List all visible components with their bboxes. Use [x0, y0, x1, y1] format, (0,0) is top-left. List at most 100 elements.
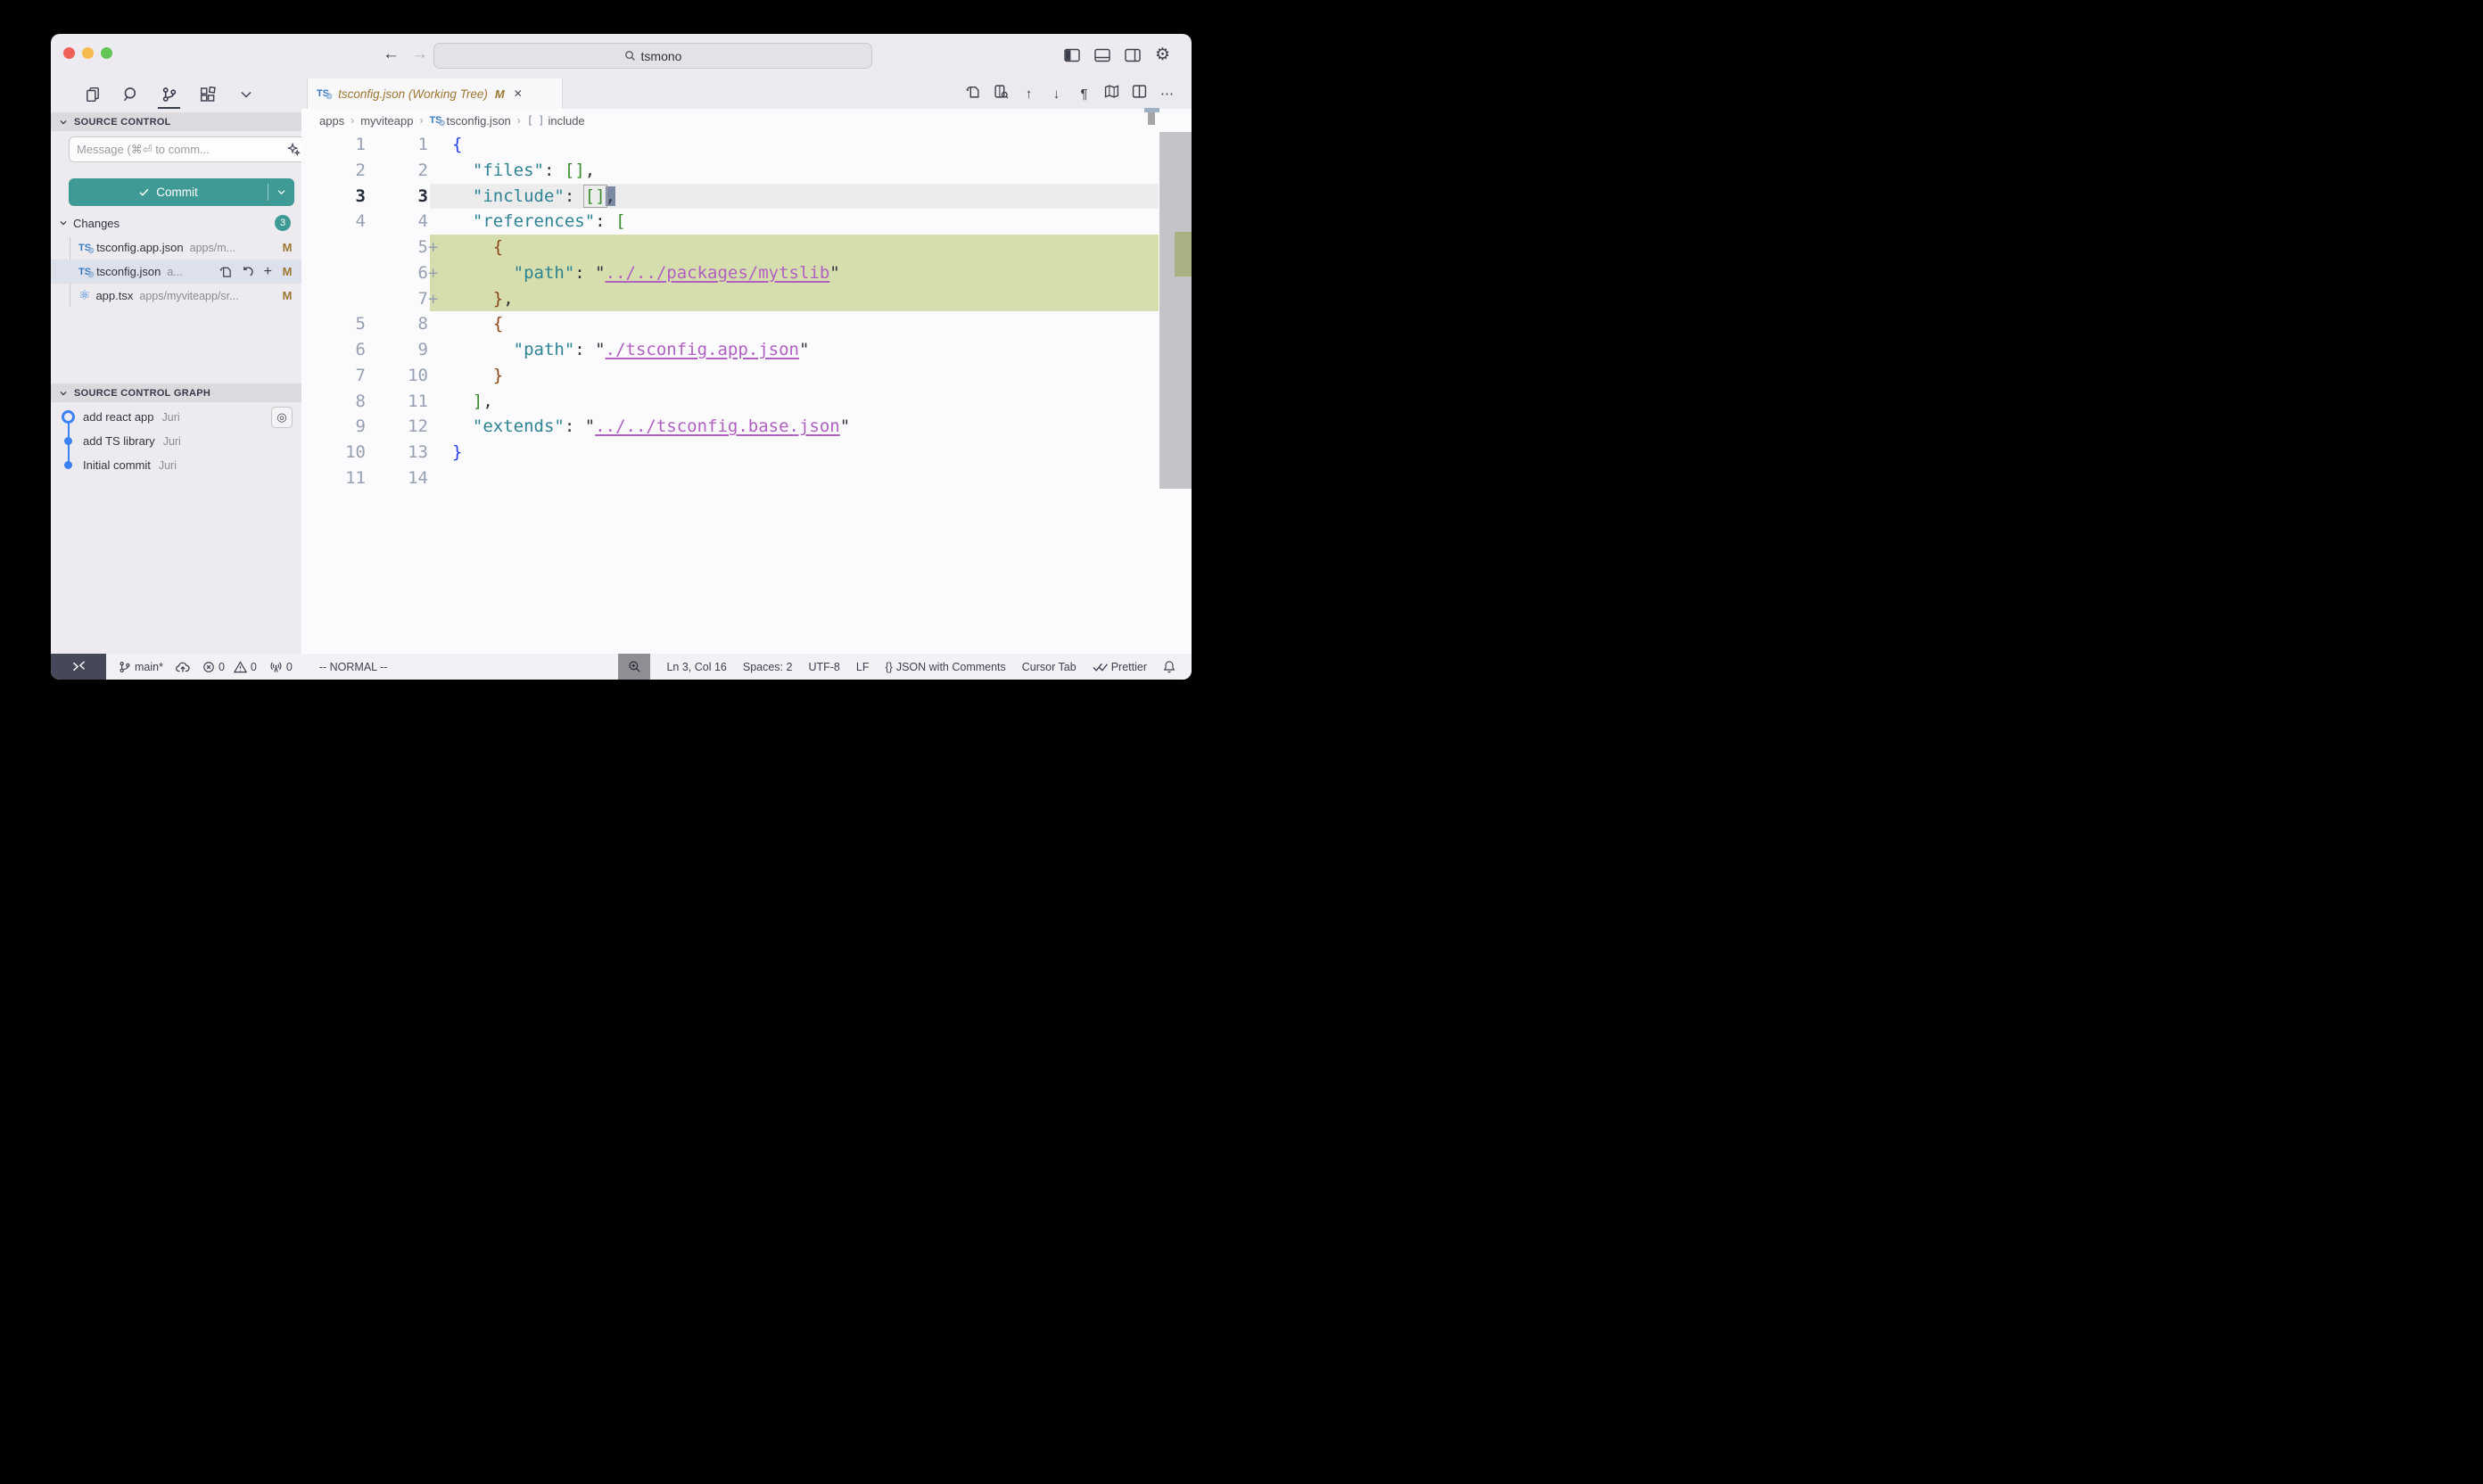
close-tab-icon[interactable]: ✕ — [514, 87, 523, 100]
code-line[interactable]: 5+ { — [301, 235, 1192, 260]
code-line[interactable]: 1013} — [301, 440, 1192, 466]
change-row[interactable]: TS⚙tsconfig.app.jsonapps/m...M — [51, 235, 301, 260]
eol-item[interactable]: LF — [856, 661, 870, 673]
explorer-icon[interactable] — [83, 82, 102, 107]
code-content[interactable]: { — [430, 132, 1159, 158]
scrollbar[interactable] — [1159, 132, 1192, 654]
code-line[interactable]: 912 "extends": "../../tsconfig.base.json… — [301, 414, 1192, 440]
back-button[interactable]: ← — [383, 42, 400, 67]
toggle-primary-sidebar-icon[interactable] — [1064, 48, 1080, 62]
stage-changes-icon[interactable]: + — [264, 266, 272, 278]
code-line[interactable]: 7+ }, — [301, 286, 1192, 312]
code-content[interactable]: "extends": "../../tsconfig.base.json" — [430, 414, 1159, 440]
code-content[interactable]: } — [430, 440, 1159, 466]
code-content[interactable]: "references": [ — [430, 209, 1159, 235]
code-line[interactable]: 58 { — [301, 311, 1192, 337]
commit-dropdown-button[interactable] — [268, 184, 294, 201]
publish-status-item[interactable] — [176, 661, 190, 673]
settings-gear-icon[interactable]: ⚙ — [1155, 46, 1170, 64]
code-content[interactable]: } — [430, 363, 1159, 389]
commit-row[interactable]: add TS libraryJuri — [51, 429, 301, 453]
code-line[interactable]: 11{ — [301, 132, 1192, 158]
code-token: } — [452, 442, 462, 462]
code-content[interactable]: "path": "../../packages/mytslib" — [430, 260, 1159, 286]
source-control-view-icon[interactable] — [160, 82, 178, 107]
code-line[interactable]: 6+ "path": "../../packages/mytslib" — [301, 260, 1192, 286]
errors-status-item[interactable]: 0 0 — [202, 661, 257, 673]
source-control-section-header[interactable]: SOURCE CONTROL — [51, 112, 301, 131]
forward-button[interactable]: → — [411, 42, 428, 67]
formatter-item[interactable]: Prettier — [1093, 661, 1147, 673]
remote-indicator-button[interactable] — [51, 654, 106, 680]
compare-search-icon[interactable] — [993, 84, 1010, 103]
code-line[interactable]: 1114 — [301, 466, 1192, 491]
ports-status-item[interactable]: 0 — [269, 661, 293, 673]
code-content[interactable]: { — [430, 311, 1159, 337]
breadcrumb-item[interactable]: apps — [319, 114, 344, 128]
open-changes-icon[interactable] — [965, 84, 982, 103]
checkout-target-icon[interactable]: ◎ — [271, 407, 293, 428]
code-line[interactable]: 710 } — [301, 363, 1192, 389]
code-content[interactable] — [430, 466, 1159, 491]
code-content[interactable]: { — [430, 235, 1159, 260]
toggle-panel-icon[interactable] — [1094, 48, 1110, 62]
more-actions-icon[interactable]: ⋯ — [1159, 86, 1176, 103]
notifications-item[interactable] — [1163, 660, 1176, 673]
zoom-indicator-button[interactable] — [618, 654, 650, 680]
language-mode-item[interactable]: {} JSON with Comments — [885, 661, 1005, 673]
maximize-window-button[interactable] — [101, 47, 112, 59]
toggle-secondary-sidebar-icon[interactable] — [1125, 48, 1141, 62]
breadcrumb-item[interactable]: myviteapp — [360, 114, 413, 128]
breadcrumb-item[interactable]: [ ]include — [527, 114, 585, 128]
modified-line-number: 7+ — [376, 286, 428, 312]
next-change-icon[interactable]: ↓ — [1048, 86, 1065, 103]
change-row[interactable]: ⚛app.tsxapps/myviteapp/sr...M — [51, 284, 301, 308]
branch-status-item[interactable]: main* — [119, 661, 163, 673]
scrollbar-slider[interactable] — [1159, 132, 1192, 489]
breadcrumb-item[interactable]: TS⚙tsconfig.json — [429, 114, 510, 128]
code-token: ../../tsconfig.base.json — [595, 416, 840, 436]
code-content[interactable]: "path": "./tsconfig.app.json" — [430, 337, 1159, 363]
cursor-position-item[interactable]: Ln 3, Col 16 — [666, 661, 726, 673]
minimize-window-button[interactable] — [82, 47, 94, 59]
code-line[interactable]: 69 "path": "./tsconfig.app.json" — [301, 337, 1192, 363]
commit-message-input[interactable]: Message (⌘⏎ to comm... — [69, 136, 309, 162]
tab-tsconfig-working-tree[interactable]: TS⚙ tsconfig.json (Working Tree) M ✕ — [307, 78, 563, 109]
code-line[interactable]: 33 "include": [], — [301, 184, 1192, 210]
source-control-graph-header[interactable]: SOURCE CONTROL GRAPH — [51, 383, 301, 402]
split-editor-icon[interactable] — [1131, 84, 1148, 103]
code-line[interactable]: 22 "files": [], — [301, 158, 1192, 184]
file-path: apps/myviteapp/sr... — [139, 290, 280, 302]
encoding-item[interactable]: UTF-8 — [808, 661, 839, 673]
search-view-icon[interactable] — [121, 82, 140, 107]
sparkle-icon[interactable] — [287, 143, 301, 156]
code-token — [452, 416, 473, 436]
code-content[interactable]: }, — [430, 286, 1159, 312]
changes-section-header[interactable]: Changes 3 — [51, 212, 301, 234]
whitespace-toggle-icon[interactable]: ¶ — [1076, 86, 1093, 103]
modified-badge: M — [280, 265, 294, 278]
extensions-icon[interactable] — [198, 82, 217, 107]
more-views-chevron-icon[interactable] — [236, 82, 255, 107]
commit-button[interactable]: Commit — [69, 178, 294, 206]
code-line[interactable]: 811 ], — [301, 389, 1192, 415]
cursor-tab-item[interactable]: Cursor Tab — [1022, 661, 1077, 673]
ts-file-icon: TS⚙ — [78, 242, 91, 254]
map-icon[interactable] — [1103, 84, 1120, 103]
command-center-search[interactable]: tsmono — [433, 43, 872, 69]
code-content[interactable]: "files": [], — [430, 158, 1159, 184]
commit-row[interactable]: add react appJuri◎ — [51, 405, 301, 429]
open-file-icon[interactable] — [219, 265, 233, 278]
commit-row[interactable]: Initial commitJuri — [51, 453, 301, 477]
discard-changes-icon[interactable] — [242, 265, 255, 278]
indentation-item[interactable]: Spaces: 2 — [743, 661, 793, 673]
change-row[interactable]: TS⚙tsconfig.jsona...+M — [51, 260, 301, 284]
diff-editor[interactable]: 11{22 "files": [],33 "include": [],44 "r… — [301, 132, 1192, 654]
vim-mode-indicator[interactable]: -- NORMAL -- — [319, 661, 388, 673]
code-line[interactable]: 44 "references": [ — [301, 209, 1192, 235]
code-token — [452, 161, 473, 180]
close-window-button[interactable] — [63, 47, 75, 59]
code-content[interactable]: ], — [430, 389, 1159, 415]
previous-change-icon[interactable]: ↑ — [1020, 86, 1037, 103]
code-content[interactable]: "include": [], — [430, 184, 1159, 210]
